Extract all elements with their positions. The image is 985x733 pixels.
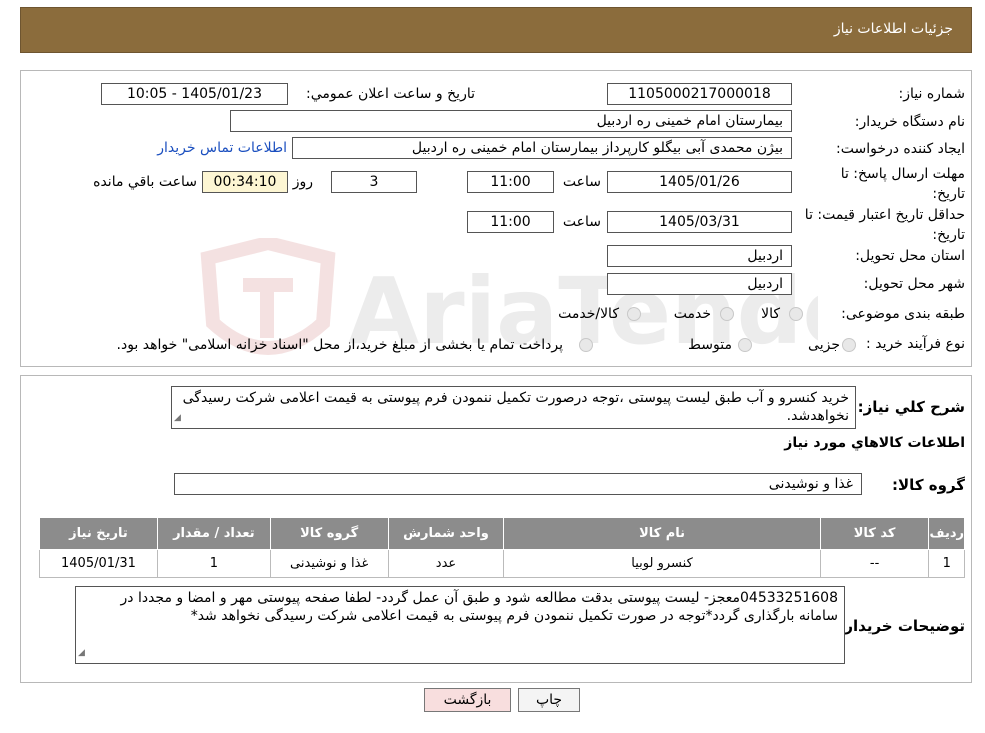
page-title: جزئیات اطلاعات نیاز xyxy=(833,21,953,37)
deadline-label: مهلت ارسال پاسخ: تا تاریخ: xyxy=(840,166,965,202)
requester-field: بیژن محمدی آبی بیگلو کارپرداز بیمارستان … xyxy=(292,137,792,159)
province-label: استان محل تحویل: xyxy=(855,248,965,264)
buyer-notes-text: 04533251608معجز- لیست پیوستی بدقت مطالعه… xyxy=(120,590,838,624)
col-need-date: تاریخ نیاز xyxy=(39,517,158,550)
buyer-org-label: نام دستگاه خریدار: xyxy=(854,114,965,130)
process-radio-medium[interactable] xyxy=(738,338,752,352)
announce-datetime-field: 1405/01/23 - 10:05 xyxy=(101,83,288,105)
city-label: شهر محل تحویل: xyxy=(863,276,965,292)
process-option-minor: جزیی xyxy=(808,337,840,353)
description-textarea[interactable]: خرید کنسرو و آب طبق لیست پیوستی ،توجه در… xyxy=(171,386,856,429)
process-radio-treasury[interactable] xyxy=(579,338,593,352)
deadline-time-label: ساعت xyxy=(562,174,601,190)
back-button[interactable]: بازگشت xyxy=(424,688,511,712)
need-number-field: 1105000217000018 xyxy=(607,83,792,105)
time-remaining-label: ساعت باقي مانده xyxy=(93,174,197,190)
category-label: طبقه بندی موضوعی: xyxy=(841,306,965,322)
announce-label: تاریخ و ساعت اعلان عمومي: xyxy=(306,86,475,102)
price-validity-time-label: ساعت xyxy=(562,214,601,230)
goods-table: رديف کد کالا نام کالا واحد شمارش گروه کا… xyxy=(39,517,965,578)
process-treasury-note: پرداخت تمام یا بخشی از مبلغ خرید،از محل … xyxy=(116,337,563,353)
deadline-date-field: 1405/01/26 xyxy=(607,171,792,193)
goods-group-field: غذا و نوشیدنی xyxy=(174,473,862,495)
buyer-contact-link[interactable]: اطلاعات تماس خریدار xyxy=(157,140,287,156)
print-button[interactable]: چاپ xyxy=(518,688,580,712)
description-text: خرید کنسرو و آب طبق لیست پیوستی ،توجه در… xyxy=(182,390,849,424)
category-radio-goods-service[interactable] xyxy=(627,307,641,321)
price-validity-time-field: 11:00 xyxy=(467,211,554,233)
col-item-code: کد کالا xyxy=(819,517,930,550)
category-option-goods: کالا xyxy=(761,306,780,322)
cell-row-number: 1 xyxy=(928,549,965,578)
process-option-medium: متوسط xyxy=(688,337,732,353)
process-type-label: نوع فرآیند خرید : xyxy=(866,336,965,352)
cell-unit: عدد xyxy=(387,549,505,578)
price-validity-label: حداقل تاریخ اعتبار قیمت: تا تاریخ: xyxy=(804,207,965,243)
category-radio-service[interactable] xyxy=(720,307,734,321)
province-field: اردبیل xyxy=(607,245,792,267)
goods-table-header-row: رديف کد کالا نام کالا واحد شمارش گروه کا… xyxy=(39,517,965,550)
goods-group-label: گروه کالا: xyxy=(892,476,965,494)
resize-grip-icon: ◢ xyxy=(174,413,181,423)
col-unit: واحد شمارش xyxy=(387,517,505,550)
resize-grip-icon: ◢ xyxy=(78,648,85,658)
category-option-goods-service: کالا/خدمت xyxy=(558,306,619,322)
description-label: شرح کلي نياز: xyxy=(857,398,965,416)
col-item-name: نام کالا xyxy=(503,517,821,550)
table-row: 1 -- کنسرو لوبیا عدد غذا و نوشیدنی 1 140… xyxy=(39,549,965,578)
process-radio-minor[interactable] xyxy=(842,338,856,352)
cell-item-group: غذا و نوشیدنی xyxy=(269,549,389,578)
cell-quantity: 1 xyxy=(156,549,271,578)
time-remaining-field: 00:34:10 xyxy=(202,171,288,193)
col-row-number: رديف xyxy=(928,517,965,550)
cell-need-date: 1405/01/31 xyxy=(39,549,158,578)
page-header: جزئیات اطلاعات نیاز xyxy=(20,7,972,53)
need-number-label: شماره نیاز: xyxy=(898,86,966,102)
buyer-notes-label: توضیحات خریدار: xyxy=(838,617,965,635)
watermark-shield-icon xyxy=(200,238,336,355)
requester-label: ایجاد کننده درخواست: xyxy=(836,141,965,157)
buyer-org-field: بیمارستان امام خمینی ره اردبیل xyxy=(230,110,792,132)
col-item-group: گروه کالا xyxy=(269,517,389,550)
days-remaining-field: 3 xyxy=(331,171,417,193)
deadline-time-field: 11:00 xyxy=(467,171,554,193)
category-option-service: خدمت xyxy=(673,306,711,322)
cell-item-code: -- xyxy=(819,549,930,578)
buyer-notes-textarea[interactable]: 04533251608معجز- لیست پیوستی بدقت مطالعه… xyxy=(75,586,845,664)
price-validity-date-field: 1405/03/31 xyxy=(607,211,792,233)
cell-item-name: کنسرو لوبیا xyxy=(503,549,821,578)
category-radio-goods[interactable] xyxy=(789,307,803,321)
city-field: اردبیل xyxy=(607,273,792,295)
col-quantity: تعداد / مقدار xyxy=(156,517,271,550)
goods-section-title: اطلاعات کالاهاي مورد نياز xyxy=(784,435,965,451)
